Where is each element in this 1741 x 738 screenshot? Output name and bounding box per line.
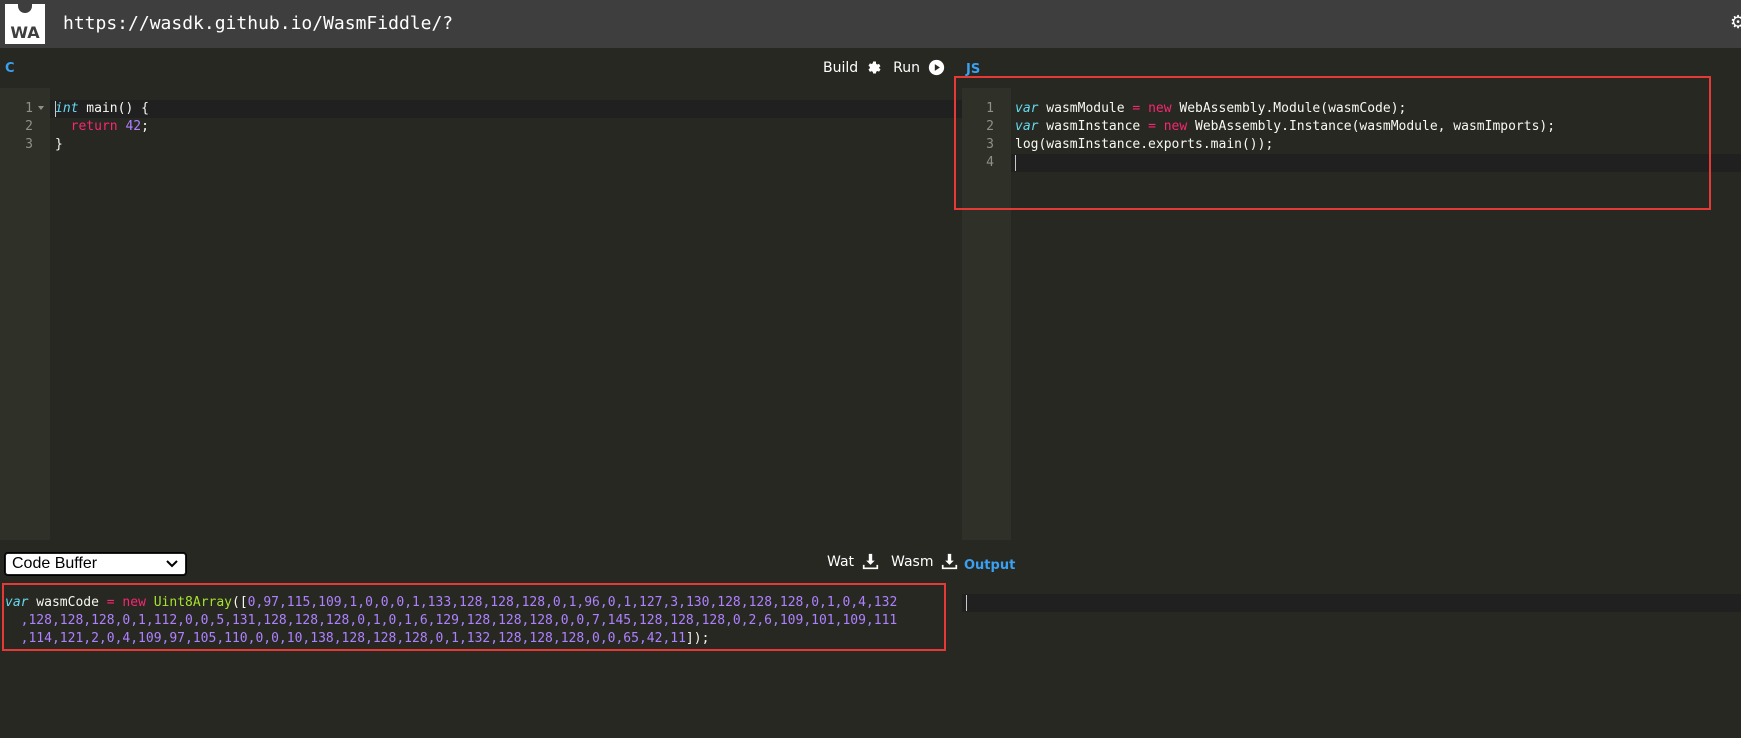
chevron-down-icon xyxy=(165,556,179,572)
app-header: WA https://wasdk.github.io/WasmFiddle/? … xyxy=(0,0,1741,48)
line-number: 3 xyxy=(986,137,994,152)
code-token: ,128,128,128,0,1,112,0,0,5,131,128,128,1… xyxy=(5,613,898,628)
build-button[interactable]: Build xyxy=(823,60,858,76)
wasm-logo[interactable]: WA xyxy=(5,4,45,44)
code-token: ; xyxy=(141,119,149,134)
code-token: return xyxy=(70,119,118,134)
code-token: WebAssembly.Module(wasmCode); xyxy=(1171,101,1407,116)
c-pane-title: C xyxy=(5,61,15,76)
line-number: 2 xyxy=(25,119,33,134)
code-line: var wasmInstance = new WebAssembly.Insta… xyxy=(1015,118,1555,136)
active-line-highlight xyxy=(1011,154,1741,172)
code-token: Uint8Array xyxy=(153,595,233,610)
select-value: Code Buffer xyxy=(12,555,98,572)
logo-text: WA xyxy=(10,23,40,42)
code-token: int xyxy=(55,101,79,116)
run-button[interactable]: Run xyxy=(893,60,920,76)
active-line-highlight xyxy=(962,594,1741,612)
code-token: var xyxy=(1015,119,1039,134)
code-token: WebAssembly.Instance(wasmModule, wasmImp… xyxy=(1187,119,1556,134)
code-token: ,114,121,2,0,4,109,97,105,110,0,0,10,138… xyxy=(5,631,686,646)
wasm-button[interactable]: Wasm xyxy=(891,554,933,570)
code-line: ,114,121,2,0,4,109,97,105,110,0,0,10,138… xyxy=(5,630,710,648)
js-pane-title: JS xyxy=(966,62,981,77)
js-code-editor[interactable]: 1 2 3 4 var wasmModule = new WebAssembly… xyxy=(962,88,1741,540)
fold-arrow-icon[interactable] xyxy=(38,106,44,110)
code-token: = xyxy=(1148,119,1156,134)
line-number: 1 xyxy=(986,101,994,116)
code-line: return 42; xyxy=(55,118,149,136)
buffer-toolbar: Wat Wasm xyxy=(827,553,958,570)
code-buffer-view[interactable]: var wasmCode = new Uint8Array([0,97,115,… xyxy=(0,580,962,738)
code-token: new xyxy=(122,595,146,610)
text-cursor xyxy=(1015,155,1016,171)
code-token: var xyxy=(1015,101,1039,116)
line-number: 4 xyxy=(986,155,994,170)
play-circle-icon[interactable] xyxy=(928,59,945,76)
code-token: 42 xyxy=(125,119,142,134)
js-pane-bar: JS xyxy=(962,48,1741,88)
code-line: ,128,128,128,0,1,112,0,0,5,131,128,128,1… xyxy=(5,612,898,630)
download-icon[interactable] xyxy=(862,553,879,570)
output-view[interactable] xyxy=(962,580,1741,738)
code-line: var wasmModule = new WebAssembly.Module(… xyxy=(1015,100,1406,118)
download-icon[interactable] xyxy=(941,553,958,570)
line-number: 3 xyxy=(25,137,33,152)
c-toolbar: Build Run xyxy=(823,59,945,76)
code-token: main() { xyxy=(78,101,149,116)
active-line-highlight xyxy=(50,100,962,118)
code-token: = xyxy=(106,595,115,610)
code-line: log(wasmInstance.exports.main()); xyxy=(1015,137,1274,152)
code-token: 0,97,115,109,1,0,0,0,1,133,128,128,128,0… xyxy=(247,595,898,610)
code-token: new xyxy=(1148,101,1172,116)
gear-icon[interactable]: ⚙ xyxy=(1730,14,1741,32)
code-line: } xyxy=(55,137,63,152)
code-token: wasmInstance xyxy=(1038,119,1149,134)
line-number: 2 xyxy=(986,119,994,134)
code-line: var wasmCode = new Uint8Array([0,97,115,… xyxy=(5,594,897,612)
c-code-editor[interactable]: 1 2 3 int main() { return 42; } xyxy=(0,88,962,540)
text-cursor xyxy=(55,101,56,117)
code-line: int main() { xyxy=(55,100,149,118)
line-number: 1 xyxy=(25,101,33,116)
code-token: var xyxy=(5,595,29,610)
text-cursor xyxy=(966,595,967,611)
code-token: ([ xyxy=(232,595,248,610)
code-token: ]); xyxy=(685,631,710,646)
wat-button[interactable]: Wat xyxy=(827,554,854,570)
output-pane-title: Output xyxy=(964,558,1016,573)
c-pane-bar: C xyxy=(0,48,862,88)
page-url: https://wasdk.github.io/WasmFiddle/? xyxy=(63,13,454,34)
logo-notch xyxy=(18,4,32,13)
code-token: wasmCode xyxy=(28,595,107,610)
gear-icon[interactable] xyxy=(866,59,883,76)
c-editor-gutter xyxy=(0,88,50,540)
view-select[interactable]: Code Buffer xyxy=(4,552,187,576)
code-token: new xyxy=(1163,119,1188,134)
output-pane-bar: Output xyxy=(962,540,1741,580)
code-token: wasmModule xyxy=(1038,101,1133,116)
